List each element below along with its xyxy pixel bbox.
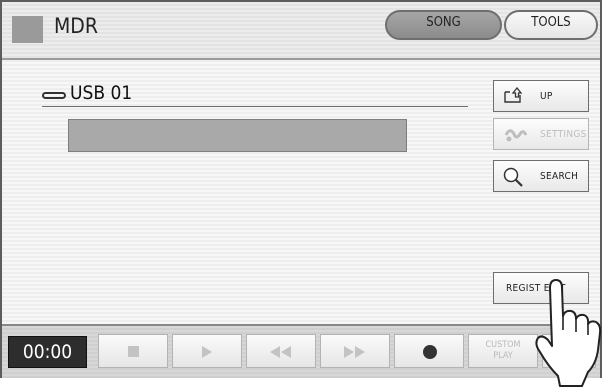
settings-button[interactable]: SETTINGS xyxy=(493,118,589,150)
usb-icon xyxy=(42,92,66,99)
tab-tools[interactable]: TOOLS xyxy=(504,10,598,40)
pointing-hand-icon xyxy=(535,279,602,387)
custom-play-label-line2: PLAY xyxy=(493,351,513,361)
folder-up-icon xyxy=(504,87,523,103)
search-icon xyxy=(503,167,523,187)
tab-song[interactable]: SONG xyxy=(385,10,502,40)
mdr-screen: MDR SONG TOOLS USB 01 UP SETTINGS SEARCH… xyxy=(0,0,602,378)
fast-forward-button[interactable] xyxy=(320,334,390,368)
title-bar: MDR SONG TOOLS xyxy=(2,2,600,60)
rewind-button[interactable] xyxy=(246,334,316,368)
play-button[interactable] xyxy=(172,334,242,368)
record-button[interactable] xyxy=(394,334,464,368)
mdr-icon xyxy=(12,16,43,43)
song-list-item[interactable] xyxy=(68,119,407,152)
time-display: 00:00 xyxy=(8,336,87,368)
up-button[interactable]: UP xyxy=(493,80,589,112)
settings-label: SETTINGS xyxy=(540,129,587,140)
custom-play-label-line1: CUSTOM xyxy=(485,340,521,350)
settings-icon xyxy=(504,129,528,142)
transport-bar: 00:00 CUSTOM PLAY xyxy=(2,324,600,378)
rewind-icon xyxy=(270,346,291,358)
search-button[interactable]: SEARCH xyxy=(493,160,589,192)
up-label: UP xyxy=(540,91,553,102)
custom-play-button[interactable]: CUSTOM PLAY xyxy=(468,334,538,368)
play-icon xyxy=(202,346,212,358)
stop-icon xyxy=(128,346,139,357)
record-icon xyxy=(423,345,437,359)
search-label: SEARCH xyxy=(540,171,579,182)
fast-forward-icon xyxy=(344,346,365,358)
device-row: USB 01 xyxy=(42,82,468,107)
stop-button[interactable] xyxy=(98,334,168,368)
page-title: MDR xyxy=(54,14,98,38)
device-label: USB 01 xyxy=(70,82,133,104)
